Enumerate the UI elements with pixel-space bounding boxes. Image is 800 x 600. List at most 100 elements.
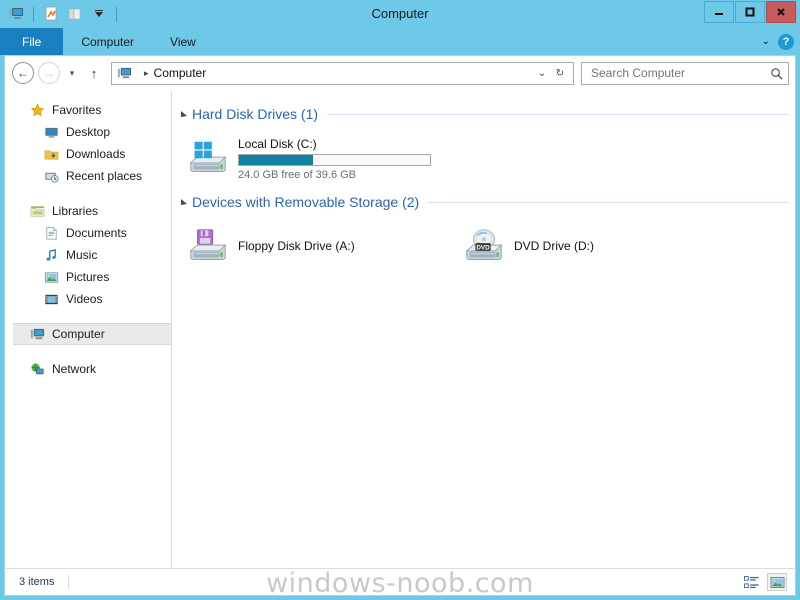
new-folder-icon[interactable] bbox=[65, 4, 85, 24]
explorer-window: Computer File Computer View ⌄ ? ← → ▾ ↑ … bbox=[0, 0, 800, 600]
tab-computer[interactable]: Computer bbox=[63, 28, 152, 55]
desktop-icon bbox=[43, 124, 59, 140]
drive-tile-dvd-d[interactable]: DVD DVD Drive (D:) bbox=[458, 219, 734, 275]
sidebar-item-pictures[interactable]: Pictures bbox=[5, 266, 171, 288]
status-bar: 3 items windows-noob.com bbox=[5, 568, 795, 599]
drive-info: Floppy Disk Drive (A:) bbox=[238, 239, 355, 256]
minimize-button[interactable] bbox=[704, 1, 734, 23]
sidebar-label: Libraries bbox=[52, 204, 99, 218]
expand-triangle-icon[interactable] bbox=[178, 108, 190, 120]
drive-tile-floppy-a[interactable]: Floppy Disk Drive (A:) bbox=[182, 219, 458, 275]
document-icon bbox=[43, 225, 59, 241]
sidebar-item-recent-places[interactable]: Recent places bbox=[5, 165, 171, 187]
group-items-hard-disk-drives: Local Disk (C:) 24.0 GB free of 39.6 GB bbox=[172, 125, 795, 187]
details-view-button[interactable] bbox=[741, 573, 761, 591]
window-controls bbox=[703, 1, 796, 23]
sidebar-label: Videos bbox=[66, 292, 103, 306]
network-icon bbox=[29, 361, 45, 377]
breadcrumb-bar[interactable]: ▸ Computer ⌄ ↻ bbox=[111, 61, 574, 85]
computer-icon[interactable] bbox=[6, 4, 26, 24]
sidebar-item-videos[interactable]: Videos bbox=[5, 288, 171, 310]
drive-name: Local Disk (C:) bbox=[238, 137, 317, 151]
address-bar: ← → ▾ ↑ ▸ Computer ⌄ ↻ Search Computer bbox=[5, 56, 795, 90]
breadcrumb: ▸ Computer bbox=[116, 65, 533, 81]
forward-arrow-icon: → bbox=[38, 62, 60, 84]
group-rule bbox=[428, 201, 789, 203]
capacity-meter bbox=[238, 154, 431, 166]
search-box[interactable] bbox=[581, 61, 789, 85]
sidebar-label: Network bbox=[52, 362, 97, 376]
maximize-button[interactable] bbox=[735, 1, 765, 23]
sidebar-item-network[interactable]: Network bbox=[5, 358, 171, 380]
sidebar-label: Documents bbox=[66, 226, 127, 240]
navigation-pane: Favorites Desktop Downloads Recent place… bbox=[5, 91, 172, 568]
expand-triangle-icon[interactable] bbox=[178, 196, 190, 208]
drive-info: DVD Drive (D:) bbox=[514, 239, 594, 256]
file-list-pane[interactable]: Hard Disk Drives (1) Local Disk (C:) 24.… bbox=[172, 91, 795, 568]
computer-icon bbox=[116, 65, 132, 81]
back-button[interactable]: ← bbox=[11, 61, 35, 85]
status-separator bbox=[68, 575, 70, 589]
group-title: Hard Disk Drives (1) bbox=[192, 106, 319, 122]
ribbon-tabs: File Computer View bbox=[0, 28, 214, 55]
recent-places-icon bbox=[43, 168, 59, 184]
group-items-removable-storage: Floppy Disk Drive (A:) DVD DVD Drive (D:… bbox=[172, 213, 795, 275]
qat-separator-2 bbox=[116, 6, 117, 22]
sidebar-item-desktop[interactable]: Desktop bbox=[5, 121, 171, 143]
sidebar-group-libraries[interactable]: Libraries bbox=[5, 200, 171, 222]
forward-button[interactable]: → bbox=[37, 61, 61, 85]
sidebar-item-computer[interactable]: Computer bbox=[13, 323, 171, 345]
chevron-down-icon[interactable]: ⌄ bbox=[762, 36, 770, 47]
title-bar: Computer bbox=[0, 0, 800, 28]
drive-tile-local-disk-c[interactable]: Local Disk (C:) 24.0 GB free of 39.6 GB bbox=[182, 131, 458, 187]
pictures-icon bbox=[43, 269, 59, 285]
item-count-label: 3 items bbox=[19, 576, 55, 588]
search-input[interactable] bbox=[589, 65, 768, 81]
tab-file[interactable]: File bbox=[0, 28, 64, 55]
svg-text:DVD: DVD bbox=[476, 244, 490, 251]
sidebar-label: Favorites bbox=[52, 103, 102, 117]
breadcrumb-item-computer[interactable]: Computer bbox=[154, 66, 207, 80]
floppy-drive-icon bbox=[184, 223, 232, 271]
group-header-removable-storage[interactable]: Devices with Removable Storage (2) bbox=[172, 191, 795, 213]
sidebar-label: Music bbox=[66, 248, 98, 262]
group-rule bbox=[327, 113, 789, 115]
close-button[interactable] bbox=[766, 1, 796, 23]
sidebar-label: Desktop bbox=[66, 125, 111, 139]
client-area: ← → ▾ ↑ ▸ Computer ⌄ ↻ Search Computer F… bbox=[4, 55, 796, 599]
sidebar-item-documents[interactable]: Documents bbox=[5, 222, 171, 244]
system-hard-drive-icon bbox=[184, 135, 232, 183]
watermark-text: windows-noob.com bbox=[266, 568, 534, 599]
videos-icon bbox=[43, 291, 59, 307]
address-dropdown-icon[interactable]: ⌄ bbox=[533, 63, 551, 84]
up-button[interactable]: ↑ bbox=[83, 62, 105, 84]
libraries-icon bbox=[29, 203, 45, 219]
refresh-icon[interactable]: ↻ bbox=[551, 63, 569, 84]
large-icons-view-button[interactable] bbox=[767, 573, 787, 591]
sidebar-label: Recent places bbox=[66, 169, 143, 183]
drive-name: Floppy Disk Drive (A:) bbox=[238, 238, 355, 253]
customize-qat-icon[interactable] bbox=[89, 4, 109, 24]
sidebar-item-downloads[interactable]: Downloads bbox=[5, 143, 171, 165]
back-arrow-icon: ← bbox=[12, 62, 34, 84]
tab-view[interactable]: View bbox=[152, 28, 214, 55]
help-icon[interactable]: ? bbox=[778, 33, 794, 50]
sidebar-label: Pictures bbox=[66, 270, 110, 284]
ribbon-tab-bar: File Computer View ⌄ ? bbox=[0, 28, 800, 55]
recent-locations-button[interactable]: ▾ bbox=[63, 62, 81, 84]
sidebar-item-music[interactable]: Music bbox=[5, 244, 171, 266]
dvd-drive-icon: DVD bbox=[460, 223, 508, 271]
group-header-hard-disk-drives[interactable]: Hard Disk Drives (1) bbox=[172, 103, 795, 125]
sidebar-label: Downloads bbox=[66, 147, 126, 161]
properties-icon[interactable] bbox=[41, 4, 61, 24]
search-icon[interactable] bbox=[768, 67, 784, 80]
ribbon-right-controls: ⌄ ? bbox=[762, 28, 794, 55]
computer-icon bbox=[29, 326, 45, 342]
sidebar-group-favorites[interactable]: Favorites bbox=[5, 99, 171, 121]
drive-capacity-text: 24.0 GB free of 39.6 GB bbox=[238, 169, 357, 181]
star-icon bbox=[29, 102, 45, 118]
group-title: Devices with Removable Storage (2) bbox=[192, 194, 420, 210]
